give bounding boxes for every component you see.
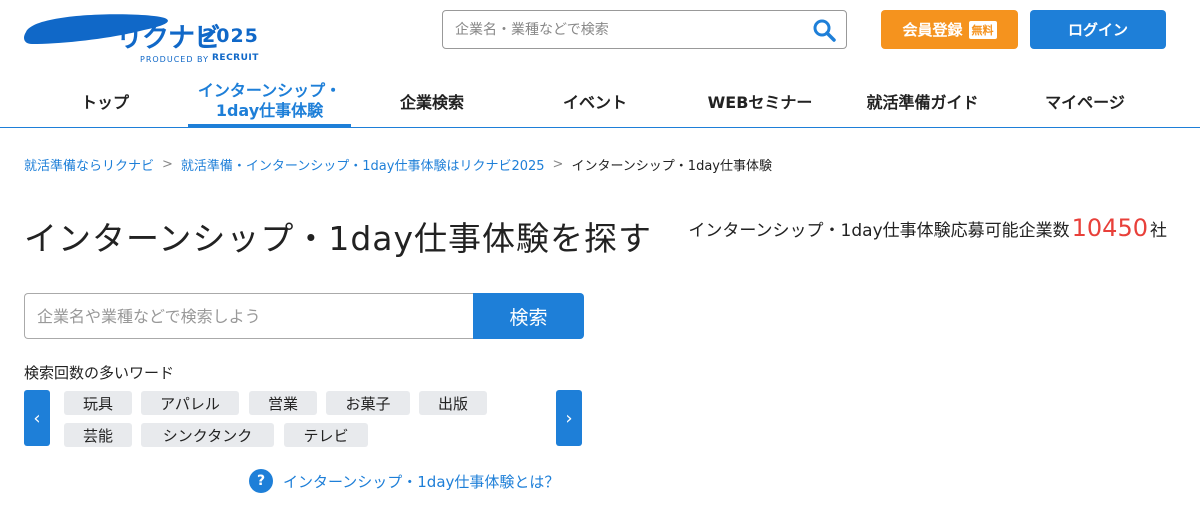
count-prefix: インターンシップ・1day仕事体験応募可能企業数 <box>688 221 1070 241</box>
breadcrumb-link-2025[interactable]: 就活準備・インターンシップ・1day仕事体験はリクナビ2025 <box>181 155 545 174</box>
register-button[interactable]: 会員登録 無料 <box>881 10 1018 49</box>
nav-item-guide[interactable]: 就活準備ガイド <box>850 78 995 128</box>
breadcrumb-link-home[interactable]: 就活準備ならリクナビ <box>24 155 154 174</box>
nav-item-company-search[interactable]: 企業検索 <box>366 78 498 128</box>
global-nav: トップ インターンシップ・ 1day仕事体験 企業検索 イベント WEBセミナー… <box>0 78 1200 128</box>
company-count: インターンシップ・1day仕事体験応募可能企業数 10450 社 <box>688 214 1167 242</box>
breadcrumb-separator: > <box>162 157 173 172</box>
carousel-prev-button[interactable]: ‹ <box>24 390 50 446</box>
main-search-form: 検索 <box>24 293 584 339</box>
login-button[interactable]: ログイン <box>1030 10 1166 49</box>
popular-word-tag[interactable]: 営業 <box>249 391 317 415</box>
nav-item-event[interactable]: イベント <box>530 78 660 128</box>
popular-word-tag[interactable]: アパレル <box>141 391 239 415</box>
popular-word-tag[interactable]: 出版 <box>419 391 487 415</box>
help-link-text: インターンシップ・1day仕事体験とは？ <box>283 472 560 491</box>
breadcrumb-separator: > <box>552 157 564 172</box>
register-label: 会員登録 <box>902 21 963 39</box>
page-title: インターンシップ・1day仕事体験を探す <box>24 219 653 258</box>
site-logo[interactable]: リクナビ 2025 PRODUCED BY RECRUIT <box>24 10 264 68</box>
question-icon: ? <box>249 469 273 493</box>
logo-recruit: RECRUIT <box>212 53 259 63</box>
popular-word-tag[interactable]: お菓子 <box>326 391 410 415</box>
breadcrumb: 就活準備ならリクナビ > 就活準備・インターンシップ・1day仕事体験はリクナビ… <box>24 155 772 174</box>
chevron-right-icon: › <box>565 407 573 429</box>
count-value: 10450 <box>1071 214 1148 242</box>
main-search-button[interactable]: 検索 <box>473 293 584 339</box>
nav-item-mypage[interactable]: マイページ <box>1020 78 1150 128</box>
carousel-next-button[interactable]: › <box>556 390 582 446</box>
search-icon[interactable] <box>812 18 836 42</box>
popular-word-tag[interactable]: 芸能 <box>64 423 132 447</box>
header-search-input[interactable] <box>455 19 795 41</box>
internship-help-link[interactable]: ? インターンシップ・1day仕事体験とは？ <box>249 469 559 493</box>
logo-year: 2025 <box>202 25 259 47</box>
nav-item-web-seminar[interactable]: WEBセミナー <box>690 78 830 128</box>
breadcrumb-current: インターンシップ・1day仕事体験 <box>571 159 772 174</box>
popular-word-tag[interactable]: テレビ <box>284 423 368 447</box>
free-badge: 無料 <box>968 20 997 39</box>
chevron-left-icon: ‹ <box>33 407 41 429</box>
popular-words-title: 検索回数の多いワード <box>24 364 175 382</box>
nav-item-top[interactable]: トップ <box>40 78 170 128</box>
nav-item-internship[interactable]: インターンシップ・ 1day仕事体験 <box>188 78 351 128</box>
header-search-box <box>442 10 847 49</box>
popular-word-tag[interactable]: 玩具 <box>64 391 132 415</box>
logo-produced-by: PRODUCED BY <box>140 55 209 64</box>
popular-word-tag[interactable]: シンクタンク <box>141 423 274 447</box>
count-suffix: 社 <box>1150 221 1167 241</box>
main-search-input[interactable] <box>24 293 473 339</box>
